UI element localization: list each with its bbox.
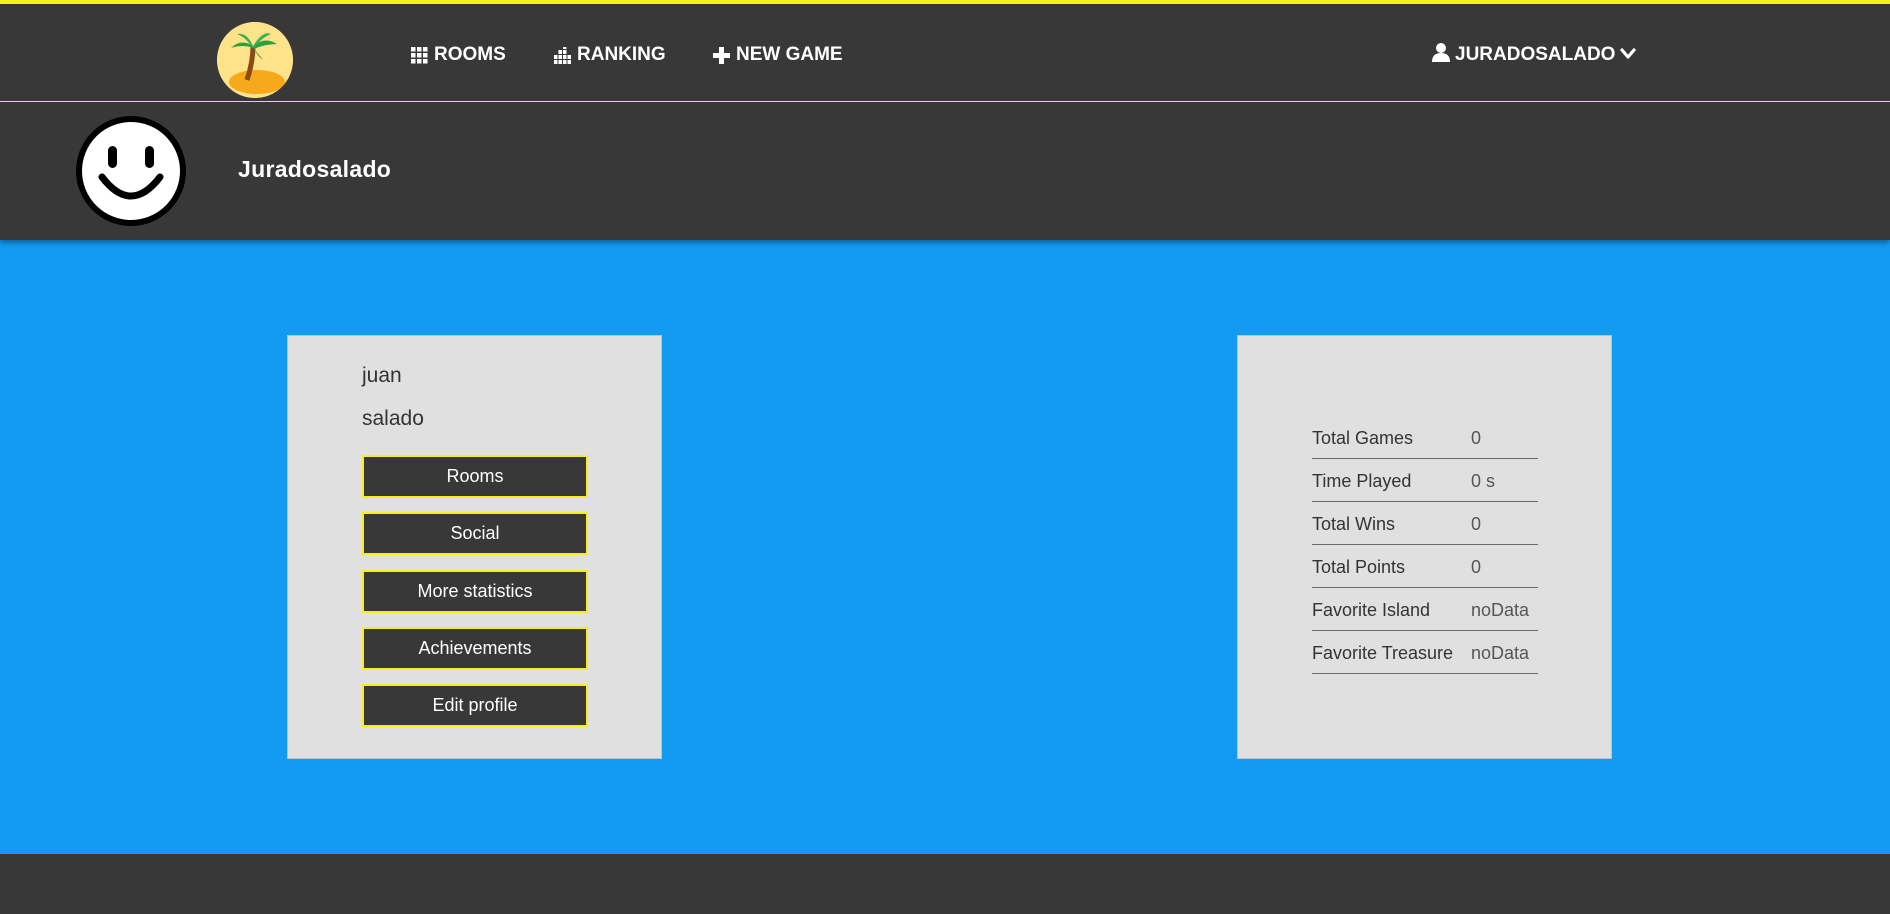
profile-header: Juradosalado	[0, 103, 1890, 240]
stat-label: Time Played	[1312, 470, 1412, 491]
main-content: juan salado Rooms Social More statistics…	[0, 240, 1890, 854]
stat-value: noData	[1471, 642, 1530, 663]
chevron-down-icon	[1620, 44, 1637, 66]
stat-label: Favorite Island	[1312, 599, 1431, 620]
bar-chart-icon	[554, 46, 571, 64]
smiley-face-icon	[75, 115, 187, 227]
stat-value: 0	[1471, 556, 1482, 577]
stat-value: noData	[1471, 599, 1530, 620]
rooms-button[interactable]: Rooms	[362, 455, 588, 498]
stat-row-time-played: Time Played 0 s	[1312, 459, 1538, 502]
stat-label: Total Points	[1312, 556, 1406, 577]
stat-row-total-games: Total Games 0	[1312, 416, 1538, 459]
nav-new-game-label: NEW GAME	[736, 44, 843, 65]
stats-table: Total Games 0 Time Played 0 s Total Wins…	[1312, 416, 1538, 674]
stat-row-total-points: Total Points 0	[1312, 545, 1538, 588]
nav-new-game[interactable]: NEW GAME	[713, 42, 843, 68]
stat-value: 0	[1471, 427, 1482, 448]
nav-ranking-label: RANKING	[577, 44, 666, 65]
grid-icon	[411, 46, 428, 64]
stat-value: 0	[1471, 513, 1482, 534]
nav-rooms-label: ROOMS	[434, 44, 506, 65]
stat-row-favorite-treasure: Favorite Treasure noData	[1312, 631, 1538, 674]
achievements-button[interactable]: Achievements	[362, 627, 588, 670]
nav-rooms[interactable]: ROOMS	[411, 42, 506, 68]
stat-label: Total Wins	[1312, 513, 1396, 534]
profile-display-name: Juradosalado	[238, 156, 392, 182]
last-name: salado	[362, 407, 424, 430]
stats-card: Total Games 0 Time Played 0 s Total Wins…	[1237, 335, 1612, 759]
nav-ranking[interactable]: RANKING	[554, 42, 666, 68]
user-info-card: juan salado Rooms Social More statistics…	[287, 335, 662, 759]
first-name: juan	[362, 364, 402, 387]
user-menu-label: JURADOSALADO	[1455, 44, 1616, 65]
stat-label: Total Games	[1312, 427, 1414, 448]
top-navbar: ROOMS RANKING NEW GAME JURADOSALADO	[0, 0, 1890, 102]
stat-row-total-wins: Total Wins 0	[1312, 502, 1538, 545]
user-menu-dropdown[interactable]: JURADOSALADO	[1432, 42, 1637, 68]
stat-row-favorite-island: Favorite Island noData	[1312, 588, 1538, 631]
footer	[0, 854, 1890, 914]
user-icon	[1432, 42, 1450, 68]
edit-profile-button[interactable]: Edit profile	[362, 684, 588, 727]
more-statistics-button[interactable]: More statistics	[362, 570, 588, 613]
stat-label: Favorite Treasure	[1312, 642, 1454, 663]
palm-island-icon[interactable]	[217, 22, 293, 98]
plus-icon	[713, 46, 730, 64]
social-button[interactable]: Social	[362, 512, 588, 555]
stat-value: 0 s	[1471, 470, 1496, 491]
